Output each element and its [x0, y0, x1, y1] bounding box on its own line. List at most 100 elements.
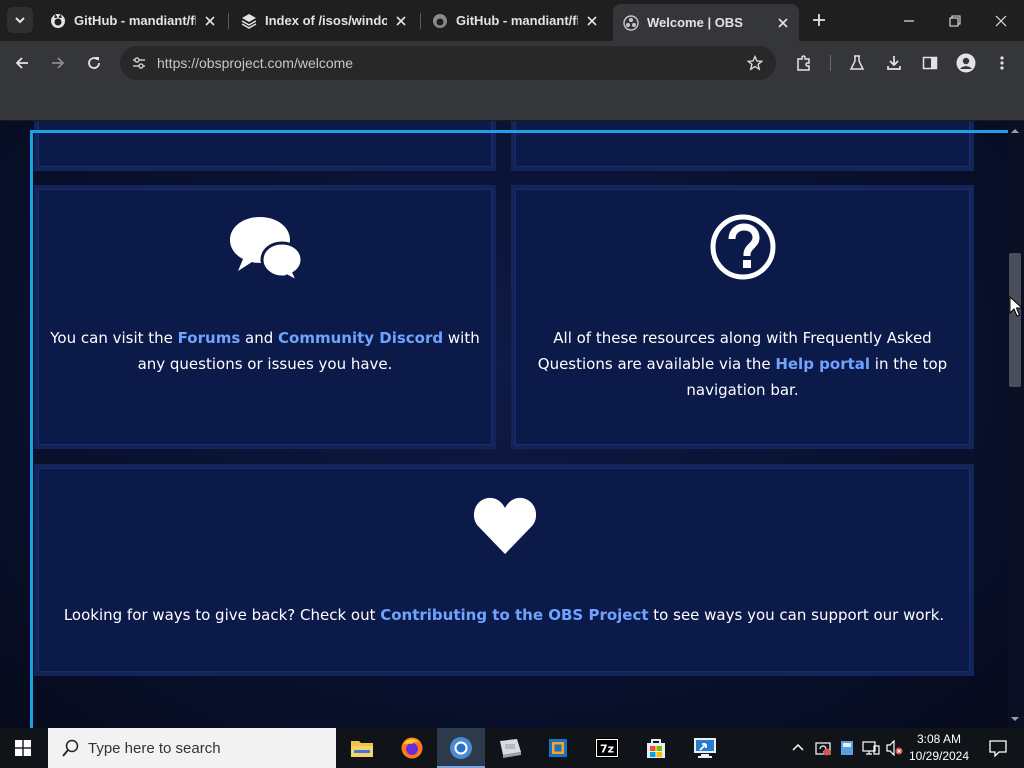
toolbar-divider [830, 55, 831, 71]
heart-icon [470, 492, 540, 558]
address-bar[interactable]: https://obsproject.com/welcome [120, 46, 776, 80]
forums-link[interactable]: Forums [178, 329, 241, 347]
forums-card: You can visit the Forums and Community D… [34, 185, 496, 449]
profile-button[interactable] [952, 49, 980, 77]
tab-welcome-obs[interactable]: Welcome | OBS [613, 4, 799, 41]
obs-icon [623, 14, 639, 31]
close-window-button[interactable] [978, 0, 1024, 41]
tab-strip: GitHub - mandiant/fla Index of /isos/win… [0, 0, 1024, 41]
start-button[interactable] [0, 728, 46, 768]
card-previous-right [511, 121, 974, 171]
close-tab-icon[interactable] [202, 13, 218, 29]
tray-drive-icon[interactable] [836, 728, 858, 768]
extensions-button[interactable] [790, 49, 818, 77]
forward-button[interactable] [44, 49, 72, 77]
url-text[interactable]: https://obsproject.com/welcome [157, 55, 353, 71]
tab-github-2[interactable]: GitHub - mandiant/fla [422, 6, 608, 35]
restore-button[interactable] [932, 0, 978, 41]
new-tab-button[interactable] [808, 9, 830, 31]
tab-title: Welcome | OBS [647, 15, 743, 30]
tab-search-button[interactable] [7, 7, 33, 33]
arrow-left-icon [15, 57, 28, 69]
side-panel-icon [922, 56, 938, 70]
mouse-cursor-icon [1009, 296, 1023, 317]
puzzle-icon [797, 55, 810, 71]
remote-desktop-icon[interactable] [681, 728, 729, 768]
tab-separator [228, 13, 229, 29]
chat-bubbles-icon [226, 214, 304, 284]
forums-text-before: You can visit the [50, 329, 178, 347]
scroll-up-arrow-icon[interactable] [1010, 126, 1020, 136]
browser-toolbar: https://obsproject.com/welcome [0, 41, 1024, 85]
downloads-button[interactable] [880, 49, 908, 77]
page-viewport: You can visit the Forums and Community D… [0, 121, 1008, 728]
scrollbar-thumb[interactable] [1009, 253, 1021, 387]
close-icon [995, 15, 1007, 26]
side-panel-button[interactable] [916, 49, 944, 77]
help-card: All of these resources along with Freque… [511, 185, 974, 449]
clock-time: 3:08 AM [916, 732, 962, 746]
tab-github-1[interactable]: GitHub - mandiant/fla [40, 6, 226, 35]
labs-button[interactable] [843, 49, 871, 77]
github-icon [432, 13, 448, 29]
chevron-up-icon [792, 743, 804, 751]
windows-logo-icon [15, 740, 31, 756]
close-tab-icon[interactable] [393, 13, 409, 29]
tab-title: Index of /isos/window [265, 13, 387, 28]
card-previous-left [34, 121, 496, 171]
tab-title: GitHub - mandiant/fla [74, 13, 196, 28]
forums-text-mid: and [240, 329, 279, 347]
minimize-icon [904, 19, 914, 22]
network-drive-icon[interactable] [486, 728, 534, 768]
back-button[interactable] [8, 49, 36, 77]
taskbar-search-box[interactable]: Type here to search [48, 728, 336, 768]
7zip-icon[interactable]: 7z [583, 728, 631, 768]
chevron-down-icon [15, 17, 25, 24]
contribute-text-before: Looking for ways to give back? Check out [63, 606, 381, 624]
file-explorer-icon[interactable] [338, 728, 386, 768]
community-discord-link[interactable]: Community Discord [278, 329, 443, 347]
clock-date: 10/29/2024 [908, 749, 970, 763]
notification-center-button[interactable] [978, 728, 1018, 768]
chrome-icon[interactable] [437, 728, 485, 768]
download-icon [887, 56, 901, 70]
contribute-text-after: to see ways you can support our work. [648, 606, 945, 624]
store-icon[interactable] [632, 728, 680, 768]
menu-button[interactable] [988, 49, 1016, 77]
search-placeholder: Type here to search [88, 739, 221, 757]
arrow-right-icon [52, 57, 65, 69]
tab-index-isos[interactable]: Index of /isos/window [231, 6, 417, 35]
close-tab-icon[interactable] [584, 13, 600, 29]
notification-icon [989, 740, 1007, 757]
bookmarks-bar [0, 85, 1024, 121]
kebab-menu-icon [1000, 56, 1004, 70]
volume-muted-icon[interactable] [884, 728, 906, 768]
firefox-icon[interactable] [388, 728, 436, 768]
tab-title: GitHub - mandiant/fla [456, 13, 578, 28]
minimize-button[interactable] [886, 0, 932, 41]
svg-text:7z: 7z [600, 743, 614, 756]
reload-button[interactable] [80, 49, 108, 77]
avatar-icon [956, 53, 976, 73]
question-circle-icon [709, 213, 777, 281]
help-portal-link[interactable]: Help portal [775, 355, 870, 373]
tab-separator [420, 13, 421, 29]
show-hidden-icons-button[interactable] [788, 728, 808, 768]
site-info-icon[interactable] [128, 52, 150, 74]
reload-icon [88, 57, 100, 69]
system-clock[interactable]: 3:08 AM 10/29/2024 [904, 731, 974, 765]
page-scrollbar[interactable] [1008, 121, 1024, 728]
flask-icon [849, 55, 865, 70]
virtualbox-icon[interactable] [534, 728, 582, 768]
network-icon[interactable] [860, 728, 882, 768]
scroll-down-arrow-icon[interactable] [1010, 714, 1020, 724]
plus-icon [813, 14, 825, 26]
forums-card-text: You can visit the Forums and Community D… [44, 325, 486, 377]
contributing-link[interactable]: Contributing to the OBS Project [380, 606, 648, 624]
github-icon [50, 13, 66, 29]
contribute-card: Looking for ways to give back? Check out… [34, 464, 974, 676]
close-tab-icon[interactable] [775, 15, 791, 31]
bookmark-star-icon[interactable] [744, 52, 766, 74]
help-card-text: All of these resources along with Freque… [535, 325, 950, 403]
tray-update-icon[interactable] [812, 728, 834, 768]
